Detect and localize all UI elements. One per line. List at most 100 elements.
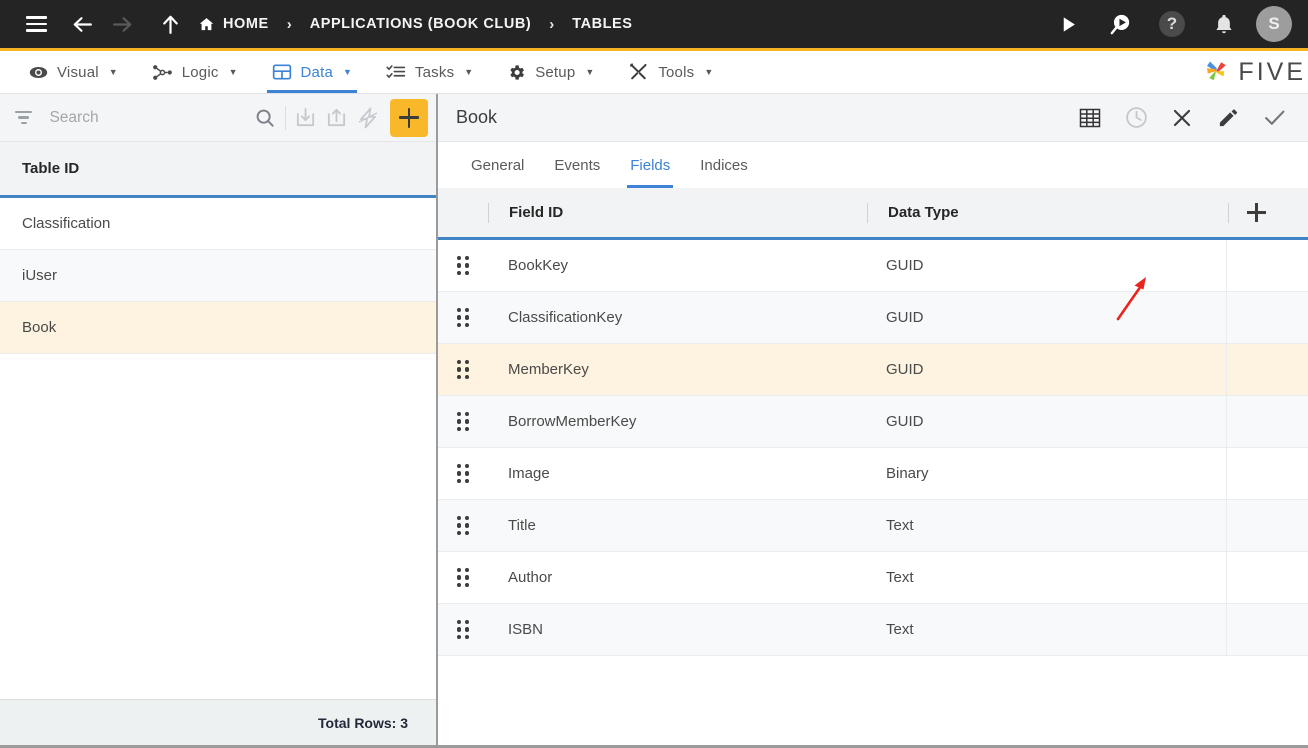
drag-handle-icon[interactable] xyxy=(438,619,488,640)
search-icon[interactable] xyxy=(249,97,280,139)
menu-item-tools[interactable]: Tools ▼ xyxy=(611,51,730,93)
cell-field-id: Title xyxy=(508,517,536,534)
notifications-bell-icon[interactable] xyxy=(1204,4,1244,44)
fields-grid-body: BookKey GUID ClassificationKey GUID Memb… xyxy=(438,240,1308,745)
search-input[interactable] xyxy=(33,108,250,127)
sidebar-column-header: Table ID xyxy=(0,142,436,198)
table-row[interactable]: Author Text xyxy=(438,552,1308,604)
menu-item-tasks[interactable]: Tasks ▼ xyxy=(369,51,490,93)
drag-handle-icon[interactable] xyxy=(438,255,488,276)
menu-item-data[interactable]: Data ▼ xyxy=(255,51,369,93)
table-row[interactable]: BookKey GUID xyxy=(438,240,1308,292)
cell-field-id: ClassificationKey xyxy=(508,309,623,326)
application-menu-bar: Visual ▼ Logic ▼ Data ▼ Tasks ▼ Setup ▼ … xyxy=(0,48,1308,94)
cell-data-type: GUID xyxy=(886,361,924,378)
close-x-icon[interactable] xyxy=(1162,98,1202,138)
list-item-classification[interactable]: Classification xyxy=(0,198,436,250)
toolbar-divider xyxy=(284,105,286,130)
filter-icon[interactable] xyxy=(14,111,33,124)
plus-icon xyxy=(399,107,420,128)
up-arrow-icon[interactable] xyxy=(150,4,190,44)
cell-extra xyxy=(1226,292,1308,343)
list-item-book[interactable]: Book xyxy=(0,302,436,354)
tasks-checklist-icon xyxy=(386,65,406,79)
breadcrumb-item-home[interactable]: HOME xyxy=(198,16,269,33)
column-header-data-type[interactable]: Data Type xyxy=(868,188,1228,237)
cell-data-type: Text xyxy=(886,621,914,638)
gear-icon xyxy=(510,64,525,80)
run-play-icon[interactable] xyxy=(1048,4,1088,44)
export-icon[interactable] xyxy=(321,97,352,139)
edit-pencil-icon[interactable] xyxy=(1208,98,1248,138)
forward-arrow-icon[interactable] xyxy=(102,4,142,44)
hamburger-menu-icon[interactable] xyxy=(16,4,56,44)
drag-handle-icon[interactable] xyxy=(438,567,488,588)
user-avatar[interactable]: S xyxy=(1256,6,1292,42)
tab-events[interactable]: Events xyxy=(539,142,615,188)
tab-general[interactable]: General xyxy=(456,142,539,188)
grid-view-icon[interactable] xyxy=(1070,98,1110,138)
tables-list: Classification iUser Book xyxy=(0,198,436,699)
menu-item-logic[interactable]: Logic ▼ xyxy=(135,51,255,93)
tab-indices[interactable]: Indices xyxy=(685,142,763,188)
cell-extra xyxy=(1226,552,1308,603)
menu-label-tasks: Tasks xyxy=(414,63,455,81)
back-arrow-icon[interactable] xyxy=(62,4,102,44)
column-header-field-id[interactable]: Field ID xyxy=(489,188,867,237)
menu-item-setup[interactable]: Setup ▼ xyxy=(490,51,611,93)
cell-field-id: MemberKey xyxy=(508,361,589,378)
menu-label-setup: Setup xyxy=(535,63,576,81)
sidebar-total-rows: Total Rows: 3 xyxy=(0,699,436,745)
breadcrumb-item-tables[interactable]: TABLES xyxy=(572,16,632,32)
lightning-bolt-icon[interactable] xyxy=(353,97,384,139)
drag-handle-icon[interactable] xyxy=(438,359,488,380)
drag-handle-icon[interactable] xyxy=(438,411,488,432)
sidebar-toolbar xyxy=(0,94,436,142)
table-row[interactable]: MemberKey GUID xyxy=(438,344,1308,396)
fields-grid: Field ID Data Type BookKey GUID Classifi… xyxy=(438,188,1308,745)
search-play-icon[interactable] xyxy=(1100,4,1140,44)
tab-fields[interactable]: Fields xyxy=(615,142,685,188)
page-title: Book xyxy=(456,107,498,127)
history-clock-icon[interactable] xyxy=(1116,98,1156,138)
cell-field-id: Image xyxy=(508,465,550,482)
table-row[interactable]: BorrowMemberKey GUID xyxy=(438,396,1308,448)
cell-extra xyxy=(1226,604,1308,655)
breadcrumb-separator: › xyxy=(286,15,292,33)
cell-extra xyxy=(1226,396,1308,447)
breadcrumb-separator: › xyxy=(549,15,555,33)
help-icon[interactable]: ? xyxy=(1152,4,1192,44)
confirm-check-icon[interactable] xyxy=(1254,98,1294,138)
cell-field-id: BookKey xyxy=(508,257,569,274)
table-row[interactable]: ISBN Text xyxy=(438,604,1308,656)
top-bar-actions: ? S xyxy=(1048,4,1292,44)
tables-sidebar: Table ID Classification iUser Book Total… xyxy=(0,94,438,745)
chevron-down-icon: ▼ xyxy=(464,67,474,77)
drag-handle-icon[interactable] xyxy=(438,463,488,484)
add-field-column-button[interactable] xyxy=(1229,203,1308,222)
cell-data-type: GUID xyxy=(886,257,924,274)
import-icon[interactable] xyxy=(290,97,321,139)
chevron-down-icon: ▼ xyxy=(585,67,595,77)
eye-icon xyxy=(29,66,48,78)
table-row[interactable]: Image Binary xyxy=(438,448,1308,500)
cell-data-type: Text xyxy=(886,517,914,534)
drag-handle-icon[interactable] xyxy=(438,515,488,536)
list-item-iuser[interactable]: iUser xyxy=(0,250,436,302)
breadcrumb-item-applications[interactable]: APPLICATIONS (BOOK CLUB) xyxy=(310,16,532,32)
chevron-down-icon: ▼ xyxy=(108,67,118,77)
cell-field-id: Author xyxy=(508,569,553,586)
table-row[interactable]: ClassificationKey GUID xyxy=(438,292,1308,344)
table-name: iUser xyxy=(22,267,58,284)
table-detail-panel: Book General Events Fields Indices Field… xyxy=(438,94,1308,745)
cell-field-id: ISBN xyxy=(508,621,544,638)
menu-label-logic: Logic xyxy=(181,63,219,81)
table-row[interactable]: Title Text xyxy=(438,500,1308,552)
add-table-button[interactable] xyxy=(390,98,429,137)
menu-label-visual: Visual xyxy=(57,63,99,81)
detail-tabs: General Events Fields Indices xyxy=(438,142,1308,188)
drag-handle-icon[interactable] xyxy=(438,307,488,328)
menu-item-visual[interactable]: Visual ▼ xyxy=(12,51,135,93)
help-question-mark: ? xyxy=(1159,11,1185,37)
chevron-down-icon: ▼ xyxy=(343,67,352,77)
